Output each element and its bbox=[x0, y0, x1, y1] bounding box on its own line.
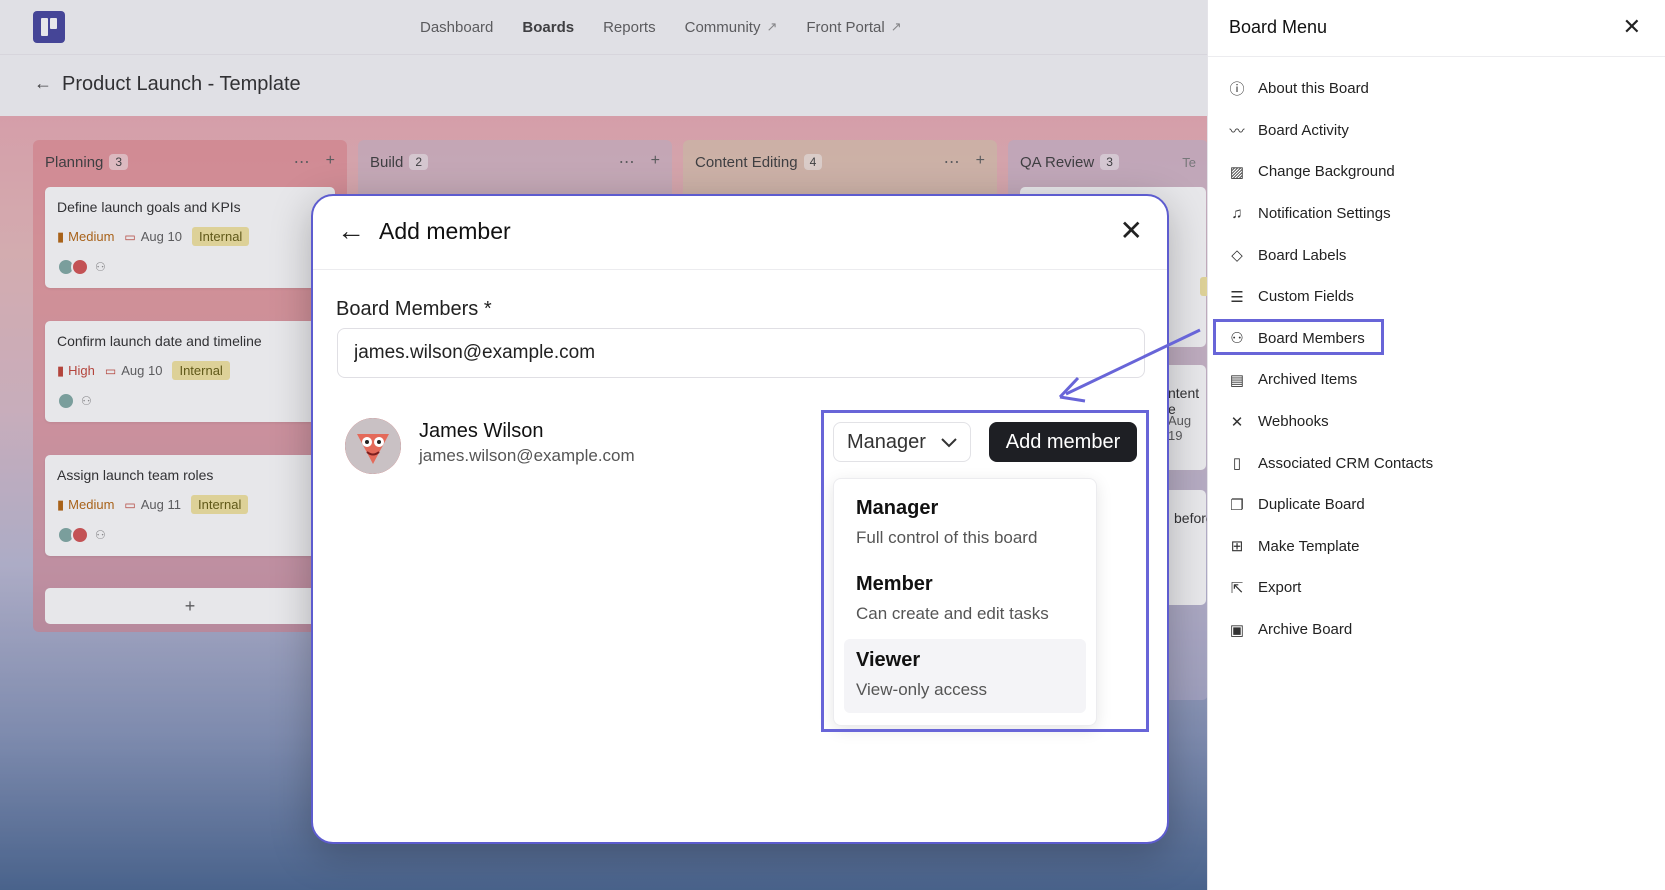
menu-item-label: Associated CRM Contacts bbox=[1258, 454, 1434, 472]
member-name: James Wilson bbox=[419, 420, 544, 442]
close-icon[interactable]: ✕ bbox=[1120, 214, 1143, 247]
webhook-icon: ✕ bbox=[1230, 413, 1244, 431]
panel-title: Board Menu bbox=[1229, 17, 1328, 37]
menu-archive-board[interactable]: ▣ Archive Board bbox=[1228, 609, 1433, 651]
list-icon: ☰ bbox=[1230, 288, 1244, 306]
menu-associated-crm-contacts[interactable]: ▯ Associated CRM Contacts bbox=[1228, 442, 1433, 484]
member-email: james.wilson@example.com bbox=[419, 446, 635, 465]
back-arrow-icon[interactable]: ← bbox=[337, 215, 365, 247]
menu-item-label: Make Template bbox=[1258, 537, 1360, 555]
bell-icon: ♫ bbox=[1231, 205, 1243, 223]
menu-item-label: Custom Fields bbox=[1258, 288, 1354, 306]
menu-make-template[interactable]: ⊞ Make Template bbox=[1228, 526, 1433, 568]
archive-icon: ▤ bbox=[1229, 371, 1245, 389]
menu-item-label: Notification Settings bbox=[1258, 205, 1391, 223]
contacts-icon: ▯ bbox=[1232, 455, 1242, 473]
menu-item-label: Export bbox=[1258, 579, 1302, 597]
email-field[interactable] bbox=[337, 328, 1145, 378]
menu-export[interactable]: ⇱ Export bbox=[1228, 567, 1433, 609]
board-menu-panel: Board Menu ✕ ⓘ About this Board 〰 Board Ac… bbox=[1207, 0, 1665, 890]
menu-item-label: Archived Items bbox=[1258, 371, 1358, 389]
menu-about-board[interactable]: ⓘ About this Board bbox=[1228, 68, 1433, 110]
menu-item-label: Duplicate Board bbox=[1258, 496, 1365, 514]
tag-icon: ◇ bbox=[1231, 247, 1243, 265]
modal-title: Add member bbox=[379, 218, 511, 244]
info-icon: ⓘ bbox=[1229, 81, 1245, 99]
menu-item-label: Webhooks bbox=[1258, 413, 1329, 431]
menu-notification-settings[interactable]: ♫ Notification Settings bbox=[1228, 193, 1433, 235]
archive-box-icon: ▣ bbox=[1229, 621, 1245, 639]
menu-change-background[interactable]: ▨ Change Background bbox=[1228, 151, 1433, 193]
menu-item-label: Board Labels bbox=[1258, 246, 1347, 264]
annotation-highlight-role-controls bbox=[821, 410, 1149, 732]
menu-archived-items[interactable]: ▤ Archived Items bbox=[1228, 359, 1433, 401]
avatar bbox=[345, 418, 401, 474]
menu-duplicate-board[interactable]: ❐ Duplicate Board bbox=[1228, 484, 1433, 526]
menu-board-labels[interactable]: ◇ Board Labels bbox=[1228, 234, 1433, 276]
menu-item-label: Board Activity bbox=[1258, 121, 1349, 139]
board-members-label: Board Members * bbox=[336, 298, 492, 320]
menu-item-label: About this Board bbox=[1258, 80, 1369, 98]
close-icon[interactable]: ✕ bbox=[1623, 14, 1641, 40]
menu-item-label: Archive Board bbox=[1258, 621, 1353, 639]
image-icon: ▨ bbox=[1229, 163, 1245, 181]
menu-board-activity[interactable]: 〰 Board Activity bbox=[1228, 110, 1433, 152]
annotation-highlight-board-members bbox=[1213, 319, 1384, 355]
export-icon: ⇱ bbox=[1230, 579, 1244, 597]
template-icon: ⊞ bbox=[1230, 538, 1244, 556]
menu-webhooks[interactable]: ✕ Webhooks bbox=[1228, 401, 1433, 443]
menu-custom-fields[interactable]: ☰ Custom Fields bbox=[1228, 276, 1433, 318]
activity-icon: 〰 bbox=[1229, 122, 1245, 140]
copy-icon: ❐ bbox=[1230, 496, 1244, 514]
menu-item-label: Change Background bbox=[1258, 163, 1395, 181]
